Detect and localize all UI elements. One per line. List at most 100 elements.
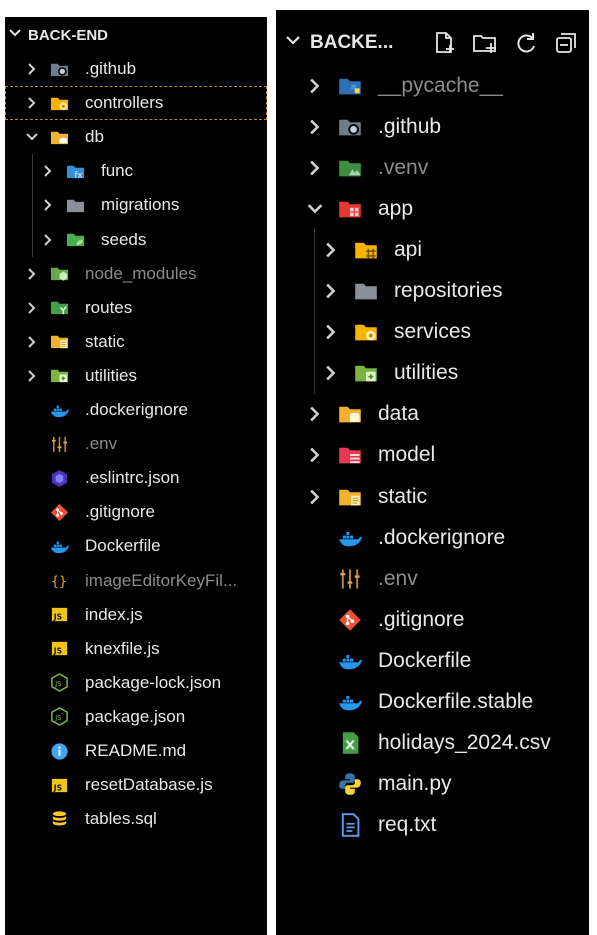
tree-item-label: static bbox=[378, 484, 428, 508]
tree-item-package-lock-json[interactable]: JS package-lock.json bbox=[5, 666, 267, 700]
tree-item-services[interactable]: services bbox=[276, 312, 589, 353]
chevron-down-icon[interactable] bbox=[306, 200, 324, 218]
tree-item-label: func bbox=[101, 161, 134, 181]
tree-item-pycache[interactable]: __pycache__ bbox=[276, 65, 589, 106]
chevron-right-icon[interactable] bbox=[322, 323, 340, 341]
tree-item-label: .env bbox=[378, 566, 418, 590]
chevron-right-icon[interactable] bbox=[25, 267, 39, 281]
tree-item-seeds[interactable]: seeds bbox=[5, 223, 267, 257]
tree-item-dockerfile[interactable]: Dockerfile bbox=[276, 640, 589, 681]
tree-item-label: imageEditorKeyFil... bbox=[85, 570, 238, 590]
tree-item-label: .gitignore bbox=[378, 607, 465, 631]
tree-item-label: holidays_2024.csv bbox=[378, 731, 551, 755]
tree-item-app[interactable]: app bbox=[276, 188, 589, 229]
git-icon bbox=[50, 503, 69, 522]
tree-item-routes[interactable]: routes bbox=[5, 291, 267, 325]
chevron-right-icon[interactable] bbox=[41, 233, 55, 247]
tree-item-static[interactable]: static bbox=[276, 476, 589, 517]
chevron-right-icon[interactable] bbox=[322, 282, 340, 300]
chevron-right-icon[interactable] bbox=[41, 198, 55, 212]
chevron-right-icon[interactable] bbox=[322, 241, 340, 259]
tree-item-label: .venv bbox=[378, 155, 429, 179]
env-icon bbox=[50, 435, 69, 454]
tree-item-gitignore[interactable]: .gitignore bbox=[5, 495, 267, 529]
tree-item-utilities[interactable]: utilities bbox=[276, 353, 589, 394]
tree-item-label: .github bbox=[85, 59, 137, 78]
tree-item-api[interactable]: api bbox=[276, 229, 589, 270]
chevron-right-icon[interactable] bbox=[306, 77, 324, 95]
refresh-icon bbox=[517, 33, 535, 53]
tree-item-readme-md[interactable]: README.md bbox=[5, 734, 267, 768]
tree-item-label: .github bbox=[378, 114, 442, 138]
collapse-all-icon bbox=[556, 33, 576, 53]
chevron-right-icon[interactable] bbox=[306, 488, 324, 506]
tree-item-data[interactable]: data bbox=[276, 394, 589, 435]
tree-item-static[interactable]: static bbox=[5, 325, 267, 359]
chevron-right-icon[interactable] bbox=[25, 62, 39, 76]
tree-item-package-json[interactable]: JS package.json bbox=[5, 700, 267, 734]
utilities-folder-icon bbox=[354, 361, 378, 385]
chevron-right-icon[interactable] bbox=[41, 164, 55, 178]
chevron-right-icon[interactable] bbox=[306, 159, 324, 177]
tree-item-main-py[interactable]: main.py bbox=[276, 764, 589, 805]
svg-text:JS: JS bbox=[53, 783, 62, 792]
indent-guide bbox=[32, 154, 33, 257]
tree-item-repositories[interactable]: repositories bbox=[276, 271, 589, 312]
tree-item-req-txt[interactable]: req.txt bbox=[276, 805, 589, 846]
tree-item-func[interactable]: fx func bbox=[5, 154, 267, 188]
tree-item-eslintrc-json[interactable]: .eslintrc.json bbox=[5, 461, 267, 495]
explorer-actions bbox=[431, 30, 579, 56]
tree-item-label: utilities bbox=[85, 365, 137, 385]
tree-item-label: Dockerfile bbox=[85, 536, 161, 556]
tree-item-index-js[interactable]: JS index.js bbox=[5, 598, 267, 632]
nodejs-icon: JS bbox=[50, 707, 69, 727]
tree-item-label: index.js bbox=[85, 604, 143, 624]
tree-item-dockerignore[interactable]: .dockerignore bbox=[5, 393, 267, 427]
chevron-right-icon[interactable] bbox=[25, 96, 39, 110]
tree-item-label: controllers bbox=[85, 93, 164, 113]
chevron-down-icon[interactable] bbox=[25, 130, 39, 144]
chevron-right-icon[interactable] bbox=[306, 405, 324, 423]
tree-item-controllers[interactable]: controllers bbox=[5, 86, 267, 121]
env-icon bbox=[338, 567, 362, 591]
tree-item-dockerignore[interactable]: .dockerignore bbox=[276, 517, 589, 558]
tree-item-knexfile-js[interactable]: JS knexfile.js bbox=[5, 632, 267, 666]
chevron-right-icon[interactable] bbox=[306, 446, 324, 464]
chevron-right-icon[interactable] bbox=[322, 364, 340, 382]
docker-icon bbox=[338, 649, 362, 673]
tree-item-holidays-2024-csv[interactable]: holidays_2024.csv bbox=[276, 723, 589, 764]
tree-item-label: model bbox=[378, 443, 436, 467]
tree-item-label: repositories bbox=[394, 279, 503, 302]
tree-item-model[interactable]: model bbox=[276, 435, 589, 476]
refresh-button[interactable] bbox=[513, 30, 539, 56]
chevron-right-icon[interactable] bbox=[306, 118, 324, 136]
tree-item-env[interactable]: .env bbox=[276, 558, 589, 599]
tree-item-label: app bbox=[378, 196, 414, 220]
explorer-panel-right: BACKE... __pycache__ .github .venv app api re… bbox=[276, 10, 589, 935]
tree-item-db[interactable]: db bbox=[5, 120, 267, 154]
tree-item-utilities[interactable]: utilities bbox=[5, 359, 267, 393]
tree-item-github[interactable]: .github bbox=[5, 52, 267, 86]
chevron-right-icon[interactable] bbox=[25, 301, 39, 315]
tree-item-dockerfile[interactable]: Dockerfile bbox=[5, 529, 267, 563]
tree-item-label: seeds bbox=[101, 229, 147, 249]
python-icon bbox=[338, 772, 362, 796]
tree-item-node-modules[interactable]: node_modules bbox=[5, 257, 267, 291]
chevron-right-icon[interactable] bbox=[25, 335, 39, 349]
tree-item-imageeditorkeyfil[interactable]: {} imageEditorKeyFil... bbox=[5, 564, 267, 598]
new-folder-button[interactable] bbox=[471, 30, 499, 56]
tree-item-label: api bbox=[394, 237, 423, 261]
tree-item-github[interactable]: .github bbox=[276, 106, 589, 147]
collapse-all-button[interactable] bbox=[553, 30, 579, 56]
tree-item-migrations[interactable]: migrations bbox=[5, 188, 267, 222]
explorer-header-left[interactable]: BACK-END bbox=[5, 17, 267, 53]
tree-item-venv[interactable]: .venv bbox=[276, 147, 589, 188]
tree-item-gitignore[interactable]: .gitignore bbox=[276, 599, 589, 640]
docker-icon bbox=[338, 526, 362, 550]
tree-item-dockerfile-stable[interactable]: Dockerfile.stable bbox=[276, 682, 589, 723]
new-file-button[interactable] bbox=[431, 30, 457, 56]
tree-item-tables-sql[interactable]: tables.sql bbox=[5, 802, 267, 836]
tree-item-resetdatabase-js[interactable]: JS resetDatabase.js bbox=[5, 768, 267, 802]
tree-item-env[interactable]: .env bbox=[5, 427, 267, 461]
chevron-right-icon[interactable] bbox=[25, 369, 39, 383]
